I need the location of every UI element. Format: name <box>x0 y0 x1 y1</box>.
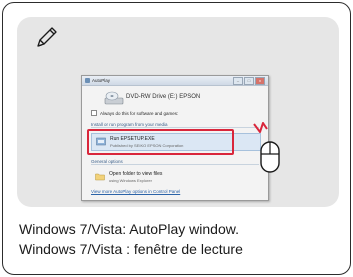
caption-french: Windows 7/Vista : fenêtre de lecture <box>19 241 243 257</box>
minimize-button[interactable]: – <box>233 77 243 85</box>
always-do-checkbox[interactable] <box>91 110 97 116</box>
mouse-click-icon <box>253 122 280 173</box>
dvd-drive-icon <box>104 91 124 105</box>
autoplay-icon <box>85 78 90 83</box>
divider <box>91 164 259 165</box>
window-title: AutoPlay <box>92 78 111 83</box>
control-panel-link[interactable]: View more AutoPlay options in Control Pa… <box>91 189 180 194</box>
maximize-button[interactable]: □ <box>244 77 254 85</box>
instruction-card: AutoPlay – □ x DVD-RW Drive (E:) EPSON A… <box>2 2 351 275</box>
window-controls: – □ x <box>233 77 265 85</box>
open-folder-option[interactable]: Open folder to view files using Windows … <box>91 169 259 185</box>
always-do-label: Always do this for software and games: <box>100 110 179 116</box>
open-option-title: Open folder to view files <box>109 171 163 177</box>
always-do-checkbox-row[interactable]: Always do this for software and games: <box>91 110 178 116</box>
caption-english: Windows 7/Vista: AutoPlay window. <box>19 221 239 237</box>
pencil-icon <box>37 27 57 47</box>
divider <box>91 127 259 128</box>
window-titlebar: AutoPlay – □ x <box>82 76 268 86</box>
open-option-subtitle: using Windows Explorer <box>109 178 152 183</box>
folder-icon <box>95 173 105 181</box>
close-button[interactable]: x <box>255 77 265 85</box>
highlight-box <box>87 129 234 155</box>
drive-label: DVD-RW Drive (E:) EPSON <box>126 94 201 100</box>
